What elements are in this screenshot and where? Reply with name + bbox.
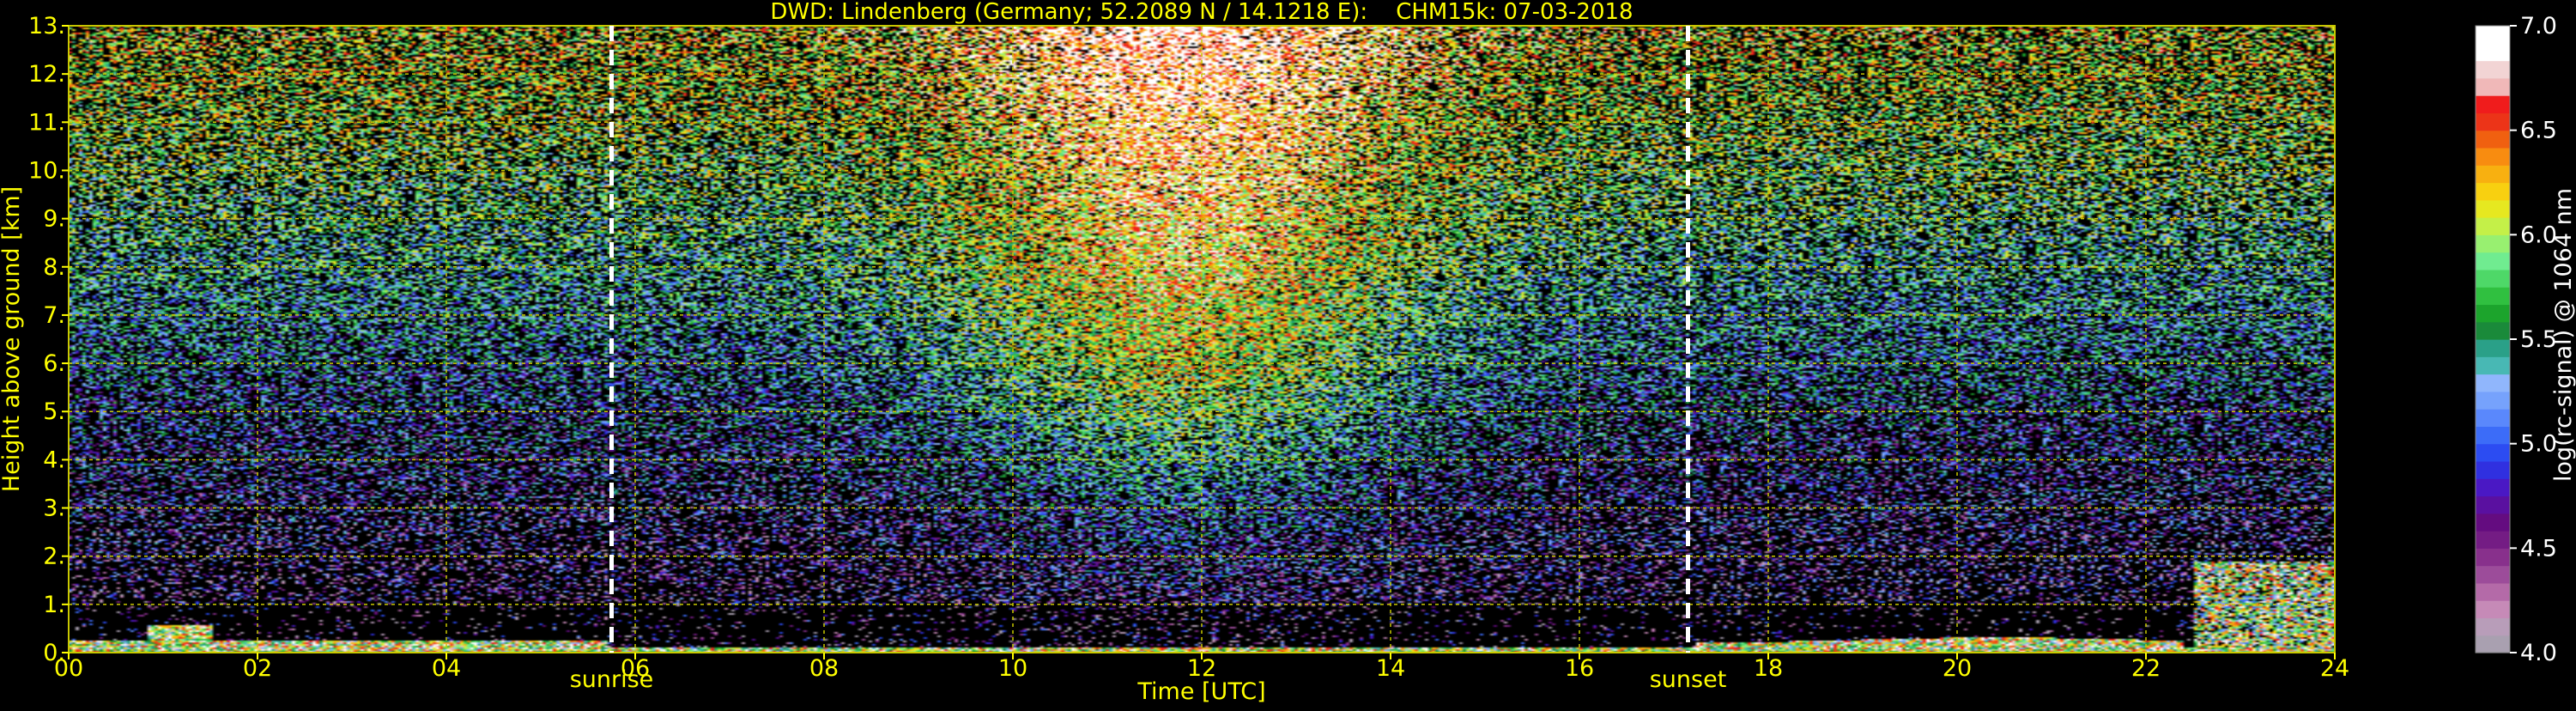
- y-tick-label: 4.: [43, 447, 65, 473]
- colorbar-segment: [2476, 339, 2510, 357]
- sunset-label: sunset: [1650, 666, 1727, 693]
- x-tick-label: 24: [2320, 655, 2349, 682]
- colorbar-segment: [2476, 582, 2510, 601]
- chart-svg: sunrise sunset 00 02 04 06 08 10 12 14 16 18 20 22 24…: [0, 0, 2576, 708]
- colorbar-segment: [2476, 495, 2510, 514]
- x-tick-label: 18: [1754, 655, 1783, 682]
- x-tick-label: 04: [432, 655, 461, 682]
- y-tick-label: 5.: [43, 398, 65, 425]
- y-tick-label: 1.: [43, 592, 65, 618]
- colorbar-segment: [2476, 287, 2510, 306]
- colorbar-segment: [2476, 252, 2510, 270]
- y-tick-label: 12.: [28, 61, 65, 88]
- colorbar-segment: [2476, 513, 2510, 532]
- chart-title: DWD: Lindenberg (Germany; 52.2089 N / 14…: [770, 0, 1633, 25]
- ceilometer-chart: sunrise sunset 00 02 04 06 08 10 12 14 16 18 20 22 24…: [0, 0, 2576, 708]
- colorbar-segment: [2476, 617, 2510, 636]
- y-tick-label: 11.: [28, 109, 65, 136]
- x-tick-label: 06: [621, 655, 650, 682]
- x-tick-label: 10: [998, 655, 1027, 682]
- colorbar-segment: [2476, 548, 2510, 567]
- colorbar-segment: [2476, 77, 2510, 96]
- colorbar-segment: [2476, 199, 2510, 218]
- colorbar-segment: [2476, 460, 2510, 479]
- colorbar-tick-label: 6.5: [2520, 118, 2557, 144]
- colorbar-segment: [2476, 321, 2510, 340]
- colorbar-tick-label: 4.0: [2520, 640, 2557, 666]
- colorbar-segment: [2476, 374, 2510, 392]
- colorbar-segment: [2476, 531, 2510, 549]
- colorbar-segment: [2476, 165, 2510, 184]
- heatmap-image: [69, 26, 2335, 653]
- colorbar-segment: [2476, 269, 2510, 288]
- colorbar-segment: [2476, 26, 2510, 44]
- colorbar-segment: [2476, 356, 2510, 375]
- colorbar-segment: [2476, 304, 2510, 323]
- colorbar-segment: [2476, 130, 2510, 149]
- x-tick-label: 20: [1943, 655, 1972, 682]
- colorbar-segment: [2476, 234, 2510, 253]
- y-tick-label: 7.: [43, 302, 65, 329]
- colorbar-segment: [2476, 565, 2510, 584]
- y-tick-label: 9.: [43, 206, 65, 233]
- x-axis-label: Time [UTC]: [1136, 678, 1265, 705]
- colorbar-segment: [2476, 112, 2510, 131]
- colorbar-tick-label: 7.0: [2520, 13, 2557, 40]
- colorbar-segment: [2476, 60, 2510, 79]
- y-axis-label: Height above ground [km]: [0, 186, 25, 492]
- colorbar-tick-label: 4.5: [2520, 535, 2557, 562]
- y-tick-label: 0.: [43, 640, 65, 666]
- colorbar-segment: [2476, 95, 2510, 113]
- x-tick-label: 22: [2131, 655, 2161, 682]
- y-tick-label: 3.: [43, 495, 65, 522]
- x-tick-label: 02: [243, 655, 272, 682]
- colorbar: [2475, 25, 2511, 653]
- colorbar-segment: [2476, 217, 2510, 235]
- x-tick-label: 14: [1376, 655, 1405, 682]
- y-tick-label: 2.: [43, 544, 65, 570]
- colorbar-segment: [2476, 43, 2510, 62]
- colorbar-label: log(rc-signal) @ 1064 nm: [2550, 188, 2576, 482]
- colorbar-segment: [2476, 478, 2510, 497]
- y-tick-label: 8.: [43, 254, 65, 281]
- colorbar-segment: [2476, 600, 2510, 619]
- colorbar-segment: [2476, 147, 2510, 166]
- colorbar-segment: [2476, 409, 2510, 427]
- colorbar-segment: [2476, 426, 2510, 445]
- colorbar-segment: [2476, 391, 2510, 410]
- colorbar-segment: [2476, 182, 2510, 201]
- x-tick-label: 08: [809, 655, 839, 682]
- x-tick-label: 16: [1565, 655, 1594, 682]
- colorbar-segment: [2476, 635, 2510, 653]
- colorbar-segment: [2476, 443, 2510, 462]
- y-tick-label: 13.: [28, 13, 65, 40]
- y-tick-label: 6.: [43, 350, 65, 377]
- y-tick-label: 10.: [28, 157, 65, 184]
